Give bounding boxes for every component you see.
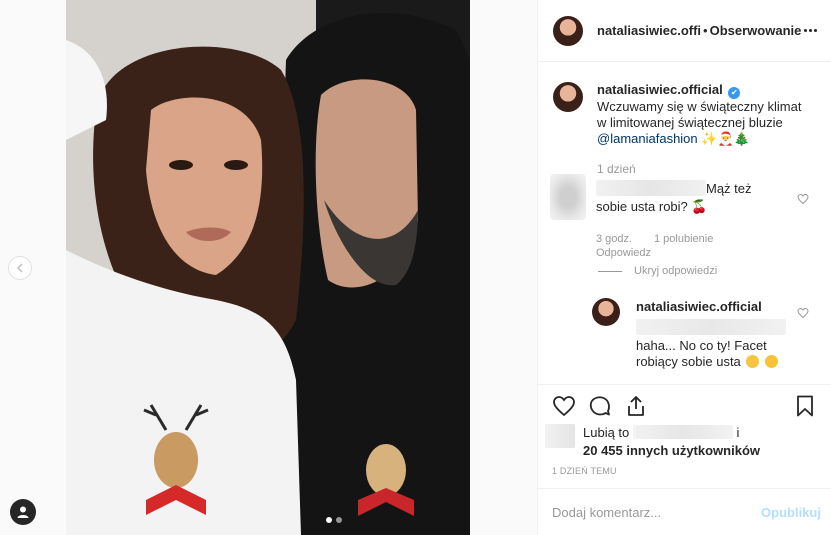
blurred-mention[interactable] xyxy=(636,319,786,335)
hide-replies-toggle[interactable]: Ukryj odpowiedzi xyxy=(598,265,717,277)
bookmark-icon[interactable] xyxy=(787,388,823,424)
share-icon[interactable] xyxy=(618,388,654,424)
comment-body: Mąż też sobie usta robi? 🍒 xyxy=(596,180,761,220)
comments-list[interactable]: nataliasiwiec.official ✔ Wczuwamy się w … xyxy=(538,62,831,384)
post-date[interactable]: 1 DZIEŃ TEMU xyxy=(552,466,617,476)
caption-avatar[interactable] xyxy=(553,82,583,112)
reply-button[interactable]: Odpowiedz xyxy=(596,247,651,259)
instagram-post: nataliasiwiec.offi • Obserwowanie natali… xyxy=(0,0,831,535)
publish-button[interactable]: Opublikuj xyxy=(761,505,821,520)
chevron-left-icon[interactable] xyxy=(8,256,32,280)
carousel-dot xyxy=(336,517,342,523)
avatar[interactable] xyxy=(553,15,583,46)
blurred-liker-name[interactable] xyxy=(632,425,733,439)
caption-username[interactable]: nataliasiwiec.official xyxy=(597,82,723,97)
header-username[interactable]: nataliasiwiec.offi xyxy=(597,23,701,38)
comment-likes-count[interactable]: 1 polubienie xyxy=(654,233,713,245)
more-horizontal-icon[interactable] xyxy=(801,29,819,32)
grimace-emoji-icon xyxy=(746,355,760,368)
reply-body: nataliasiwiec.official haha... No co ty!… xyxy=(636,298,796,370)
hide-replies-label: Ukryj odpowiedzi xyxy=(634,265,718,277)
photo-illustration xyxy=(66,0,470,535)
likes-text: Lubią to i 20 455 innych użytkowników xyxy=(583,424,760,460)
laughing-emoji-icon xyxy=(765,355,779,368)
likes-summary: Lubią to i 20 455 innych użytkowników xyxy=(545,424,760,460)
comment-time[interactable]: 3 godz. xyxy=(596,233,632,245)
caption-mention[interactable]: @lamaniafashion xyxy=(597,131,698,146)
likes-prefix: Lubią to xyxy=(583,425,630,440)
reply-avatar[interactable] xyxy=(592,298,620,326)
reply-username[interactable]: nataliasiwiec.official xyxy=(636,299,762,314)
carousel-indicator xyxy=(326,517,342,523)
comment-input[interactable] xyxy=(552,504,762,520)
comment-row: Mąż też sobie usta robi? 🍒 xyxy=(550,174,761,220)
header-separator: • xyxy=(703,23,708,38)
verified-badge-icon: ✔ xyxy=(728,87,741,99)
blurred-liker-avatar[interactable] xyxy=(545,424,575,448)
comment-icon[interactable] xyxy=(582,388,618,424)
blurred-username[interactable] xyxy=(596,180,706,196)
likes-suffix: i xyxy=(736,425,740,440)
likes-count[interactable]: 20 455 innych użytkowników xyxy=(583,443,760,458)
caption-text: Wczuwamy się w świąteczny klimat w limit… xyxy=(597,99,802,130)
user-tag-icon[interactable] xyxy=(10,499,36,525)
reply-row: nataliasiwiec.official haha... No co ty!… xyxy=(592,298,796,370)
media-area xyxy=(0,0,538,535)
reply-like-heart-icon[interactable] xyxy=(797,307,809,319)
post-photo[interactable] xyxy=(66,0,470,535)
follow-status-button[interactable]: Obserwowanie xyxy=(710,23,802,38)
caption-text-block: nataliasiwiec.official ✔ Wczuwamy się w … xyxy=(597,82,807,147)
blurred-avatar[interactable] xyxy=(550,174,586,220)
action-bar xyxy=(538,384,831,426)
post-header: nataliasiwiec.offi • Obserwowanie xyxy=(538,0,831,62)
divider-line xyxy=(598,270,622,272)
post-panel: nataliasiwiec.offi • Obserwowanie natali… xyxy=(538,0,831,535)
heart-icon[interactable] xyxy=(546,388,582,424)
reply-text-wrap: haha... No co ty! Facet robiący sobie us… xyxy=(636,338,796,370)
comment-like-heart-icon[interactable] xyxy=(797,193,809,205)
carousel-dot-active xyxy=(326,517,332,523)
caption-emojis: ✨🎅🎄 xyxy=(701,131,750,146)
add-comment-bar: Opublikuj xyxy=(538,488,831,535)
post-caption: nataliasiwiec.official ✔ Wczuwamy się w … xyxy=(553,82,807,147)
